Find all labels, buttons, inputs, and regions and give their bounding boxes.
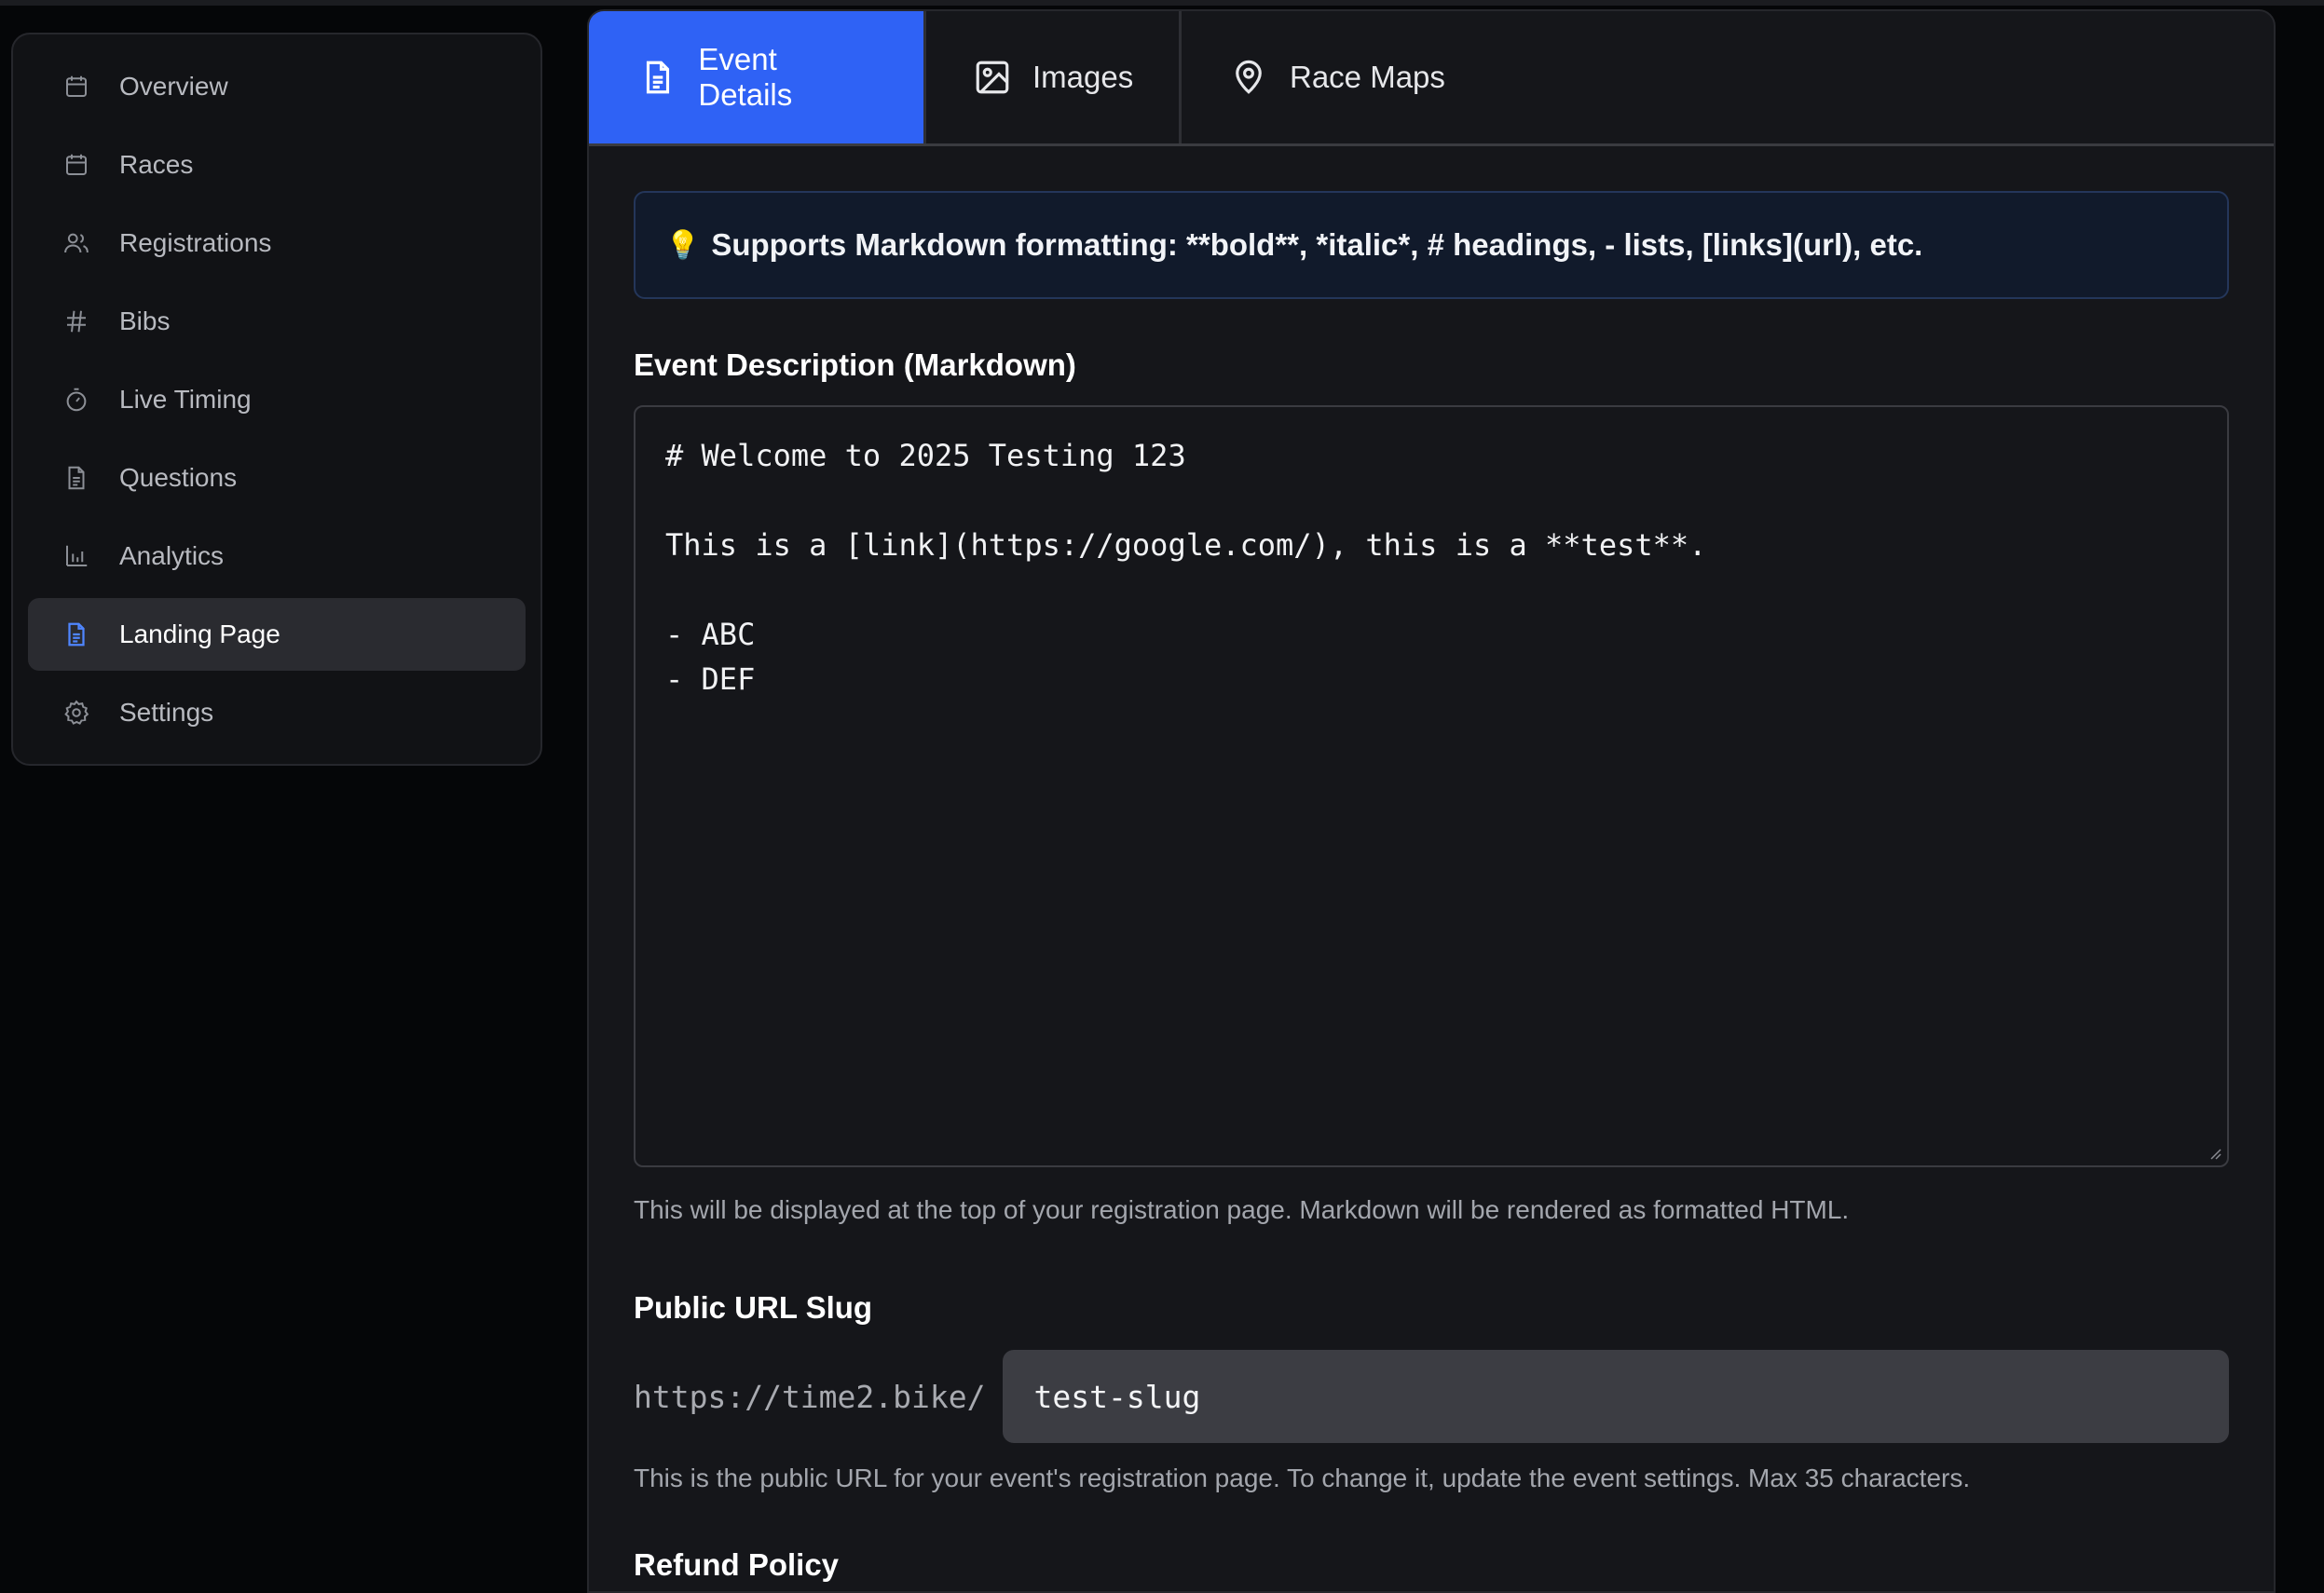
lightbulb-icon: 💡	[665, 229, 701, 261]
document-icon	[637, 57, 677, 98]
sidebar-item-races[interactable]: Races	[28, 129, 526, 201]
sidebar-item-registrations[interactable]: Registrations	[28, 207, 526, 279]
users-icon	[62, 228, 91, 258]
tab-race-maps[interactable]: Race Maps	[1182, 11, 1492, 143]
sidebar-item-label: Live Timing	[119, 385, 252, 414]
sidebar-item-live-timing[interactable]: Live Timing	[28, 363, 526, 436]
tab-label: Images	[1032, 60, 1134, 94]
sidebar-item-label: Races	[119, 150, 194, 179]
calendar-icon	[62, 72, 91, 102]
sidebar-item-settings[interactable]: Settings	[28, 676, 526, 749]
sidebar-item-label: Settings	[119, 698, 214, 727]
main-panel: Event Details Images Race Maps 💡 Support…	[587, 9, 2276, 1593]
top-border	[0, 0, 2324, 6]
sidebar-item-analytics[interactable]: Analytics	[28, 520, 526, 592]
sidebar-item-label: Overview	[119, 72, 228, 101]
sidebar-item-landing-page[interactable]: Landing Page	[28, 598, 526, 671]
sidebar-item-label: Landing Page	[119, 620, 280, 648]
timer-icon	[62, 385, 91, 415]
map-pin-icon	[1228, 57, 1269, 98]
sidebar-item-overview[interactable]: Overview	[28, 50, 526, 123]
markdown-tip-text: Supports Markdown formatting: **bold**, …	[711, 227, 1923, 262]
hash-icon	[62, 306, 91, 336]
event-description-textarea[interactable]: # Welcome to 2025 Testing 123 This is a …	[634, 405, 2229, 1167]
slug-value: test-slug	[1033, 1378, 1201, 1415]
tab-label: Event Details	[698, 42, 793, 112]
sidebar: Overview Races Registrations Bibs Live T…	[11, 33, 542, 766]
refund-policy-label: Refund Policy	[634, 1547, 840, 1582]
sidebar-item-questions[interactable]: Questions	[28, 442, 526, 514]
tab-images[interactable]: Images	[926, 11, 1182, 143]
document-icon	[62, 463, 91, 493]
event-description-help: This will be displayed at the top of you…	[634, 1195, 1850, 1224]
sidebar-item-label: Questions	[119, 463, 238, 492]
resize-handle-icon[interactable]	[2207, 1145, 2221, 1160]
image-icon	[973, 57, 1012, 98]
sidebar-item-label: Bibs	[119, 306, 171, 335]
event-details-form: 💡 Supports Markdown formatting: **bold**…	[589, 146, 2274, 1583]
sidebar-item-bibs[interactable]: Bibs	[28, 285, 526, 358]
document-icon	[62, 620, 91, 649]
public-url-slug-label: Public URL Slug	[634, 1290, 873, 1325]
sidebar-item-label: Registrations	[119, 228, 272, 257]
slug-input[interactable]: test-slug	[1002, 1350, 2229, 1443]
tab-bar: Event Details Images Race Maps	[589, 11, 2274, 146]
public-url-slug-row: https://time2.bike/ test-slug	[634, 1350, 2229, 1443]
markdown-tip-banner: 💡 Supports Markdown formatting: **bold**…	[634, 191, 2229, 299]
url-prefix: https://time2.bike/	[634, 1378, 986, 1415]
calendar-icon	[62, 150, 91, 180]
event-description-value: # Welcome to 2025 Testing 123 This is a …	[665, 438, 1707, 697]
event-description-label: Event Description (Markdown)	[634, 347, 1076, 382]
sidebar-item-label: Analytics	[119, 541, 225, 570]
tab-label: Race Maps	[1290, 60, 1445, 94]
tab-event-details[interactable]: Event Details	[589, 11, 926, 143]
gear-icon	[62, 698, 91, 728]
public-url-slug-help: This is the public URL for your event's …	[634, 1464, 1971, 1492]
bar-chart-icon	[62, 541, 91, 571]
